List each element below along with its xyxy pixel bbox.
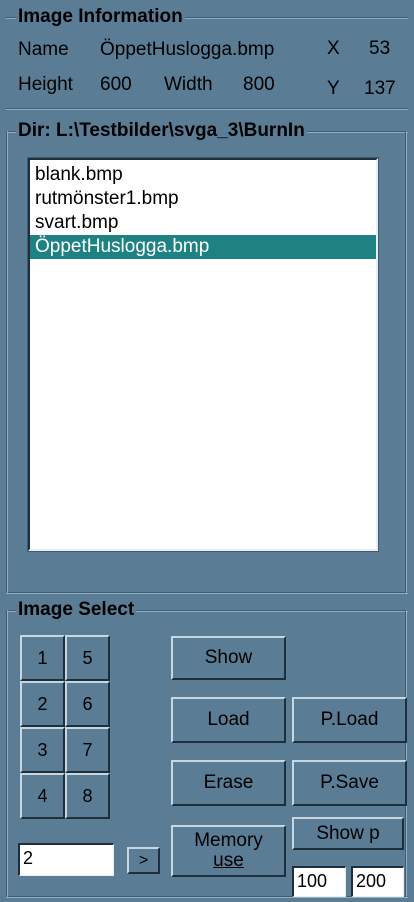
y-label: Y bbox=[327, 78, 340, 99]
name-label: Name bbox=[18, 39, 69, 60]
image-slot-1-button[interactable]: 1 bbox=[20, 635, 65, 681]
image-slot-6-button[interactable]: 6 bbox=[65, 681, 110, 727]
next-button[interactable]: > bbox=[127, 847, 160, 874]
image-slot-8-button[interactable]: 8 bbox=[65, 773, 110, 819]
image-slot-2-button[interactable]: 2 bbox=[20, 681, 65, 727]
field-a-input[interactable]: 100 bbox=[292, 866, 346, 897]
memory-use-label-line2: use bbox=[213, 850, 244, 871]
file-list-item-selected[interactable]: ÖppetHuslogga.bmp bbox=[30, 235, 376, 259]
dir-title: Dir: L:\Testbilder\svga_3\BurnIn bbox=[16, 120, 307, 142]
file-list-item[interactable]: rutmönster1.bmp bbox=[30, 187, 376, 211]
image-select-frame-bottom bbox=[6, 896, 408, 898]
height-value: 600 bbox=[100, 74, 132, 95]
dir-frame-bottom bbox=[6, 592, 408, 594]
image-index-input[interactable]: 2 bbox=[18, 843, 114, 876]
memory-use-label-line1: Memory bbox=[194, 830, 263, 851]
image-slot-4-button[interactable]: 4 bbox=[20, 773, 65, 819]
show-button[interactable]: Show bbox=[171, 636, 286, 680]
image-slot-7-button[interactable]: 7 bbox=[65, 727, 110, 773]
show-p-button[interactable]: Show p bbox=[292, 817, 404, 850]
x-label: X bbox=[327, 38, 340, 59]
erase-button[interactable]: Erase bbox=[171, 760, 286, 806]
y-value: 137 bbox=[364, 78, 396, 99]
psave-button[interactable]: P.Save bbox=[292, 760, 407, 806]
width-value: 800 bbox=[243, 74, 275, 95]
x-value: 53 bbox=[369, 38, 391, 59]
memory-use-button[interactable]: Memory use bbox=[171, 825, 286, 877]
pload-button[interactable]: P.Load bbox=[292, 697, 407, 743]
file-list-item[interactable]: svart.bmp bbox=[30, 211, 376, 235]
name-value: ÖppetHuslogga.bmp bbox=[100, 39, 275, 60]
load-button[interactable]: Load bbox=[171, 697, 286, 743]
image-info-frame-bottom bbox=[6, 108, 408, 110]
field-b-input[interactable]: 200 bbox=[351, 866, 404, 897]
image-select-frame-left bbox=[6, 610, 8, 897]
file-list-item[interactable]: blank.bmp bbox=[30, 163, 376, 187]
width-label: Width bbox=[164, 74, 213, 95]
dir-frame-left bbox=[6, 131, 8, 593]
image-slot-5-button[interactable]: 5 bbox=[65, 635, 110, 681]
image-slot-3-button[interactable]: 3 bbox=[20, 727, 65, 773]
image-select-frame-right bbox=[405, 610, 407, 897]
image-select-title: Image Select bbox=[16, 599, 137, 621]
height-label: Height bbox=[18, 74, 73, 95]
dir-frame-right bbox=[405, 131, 407, 593]
image-info-title: Image Information bbox=[16, 6, 185, 28]
file-listbox[interactable]: blank.bmp rutmönster1.bmp svart.bmp Öppe… bbox=[27, 157, 379, 552]
